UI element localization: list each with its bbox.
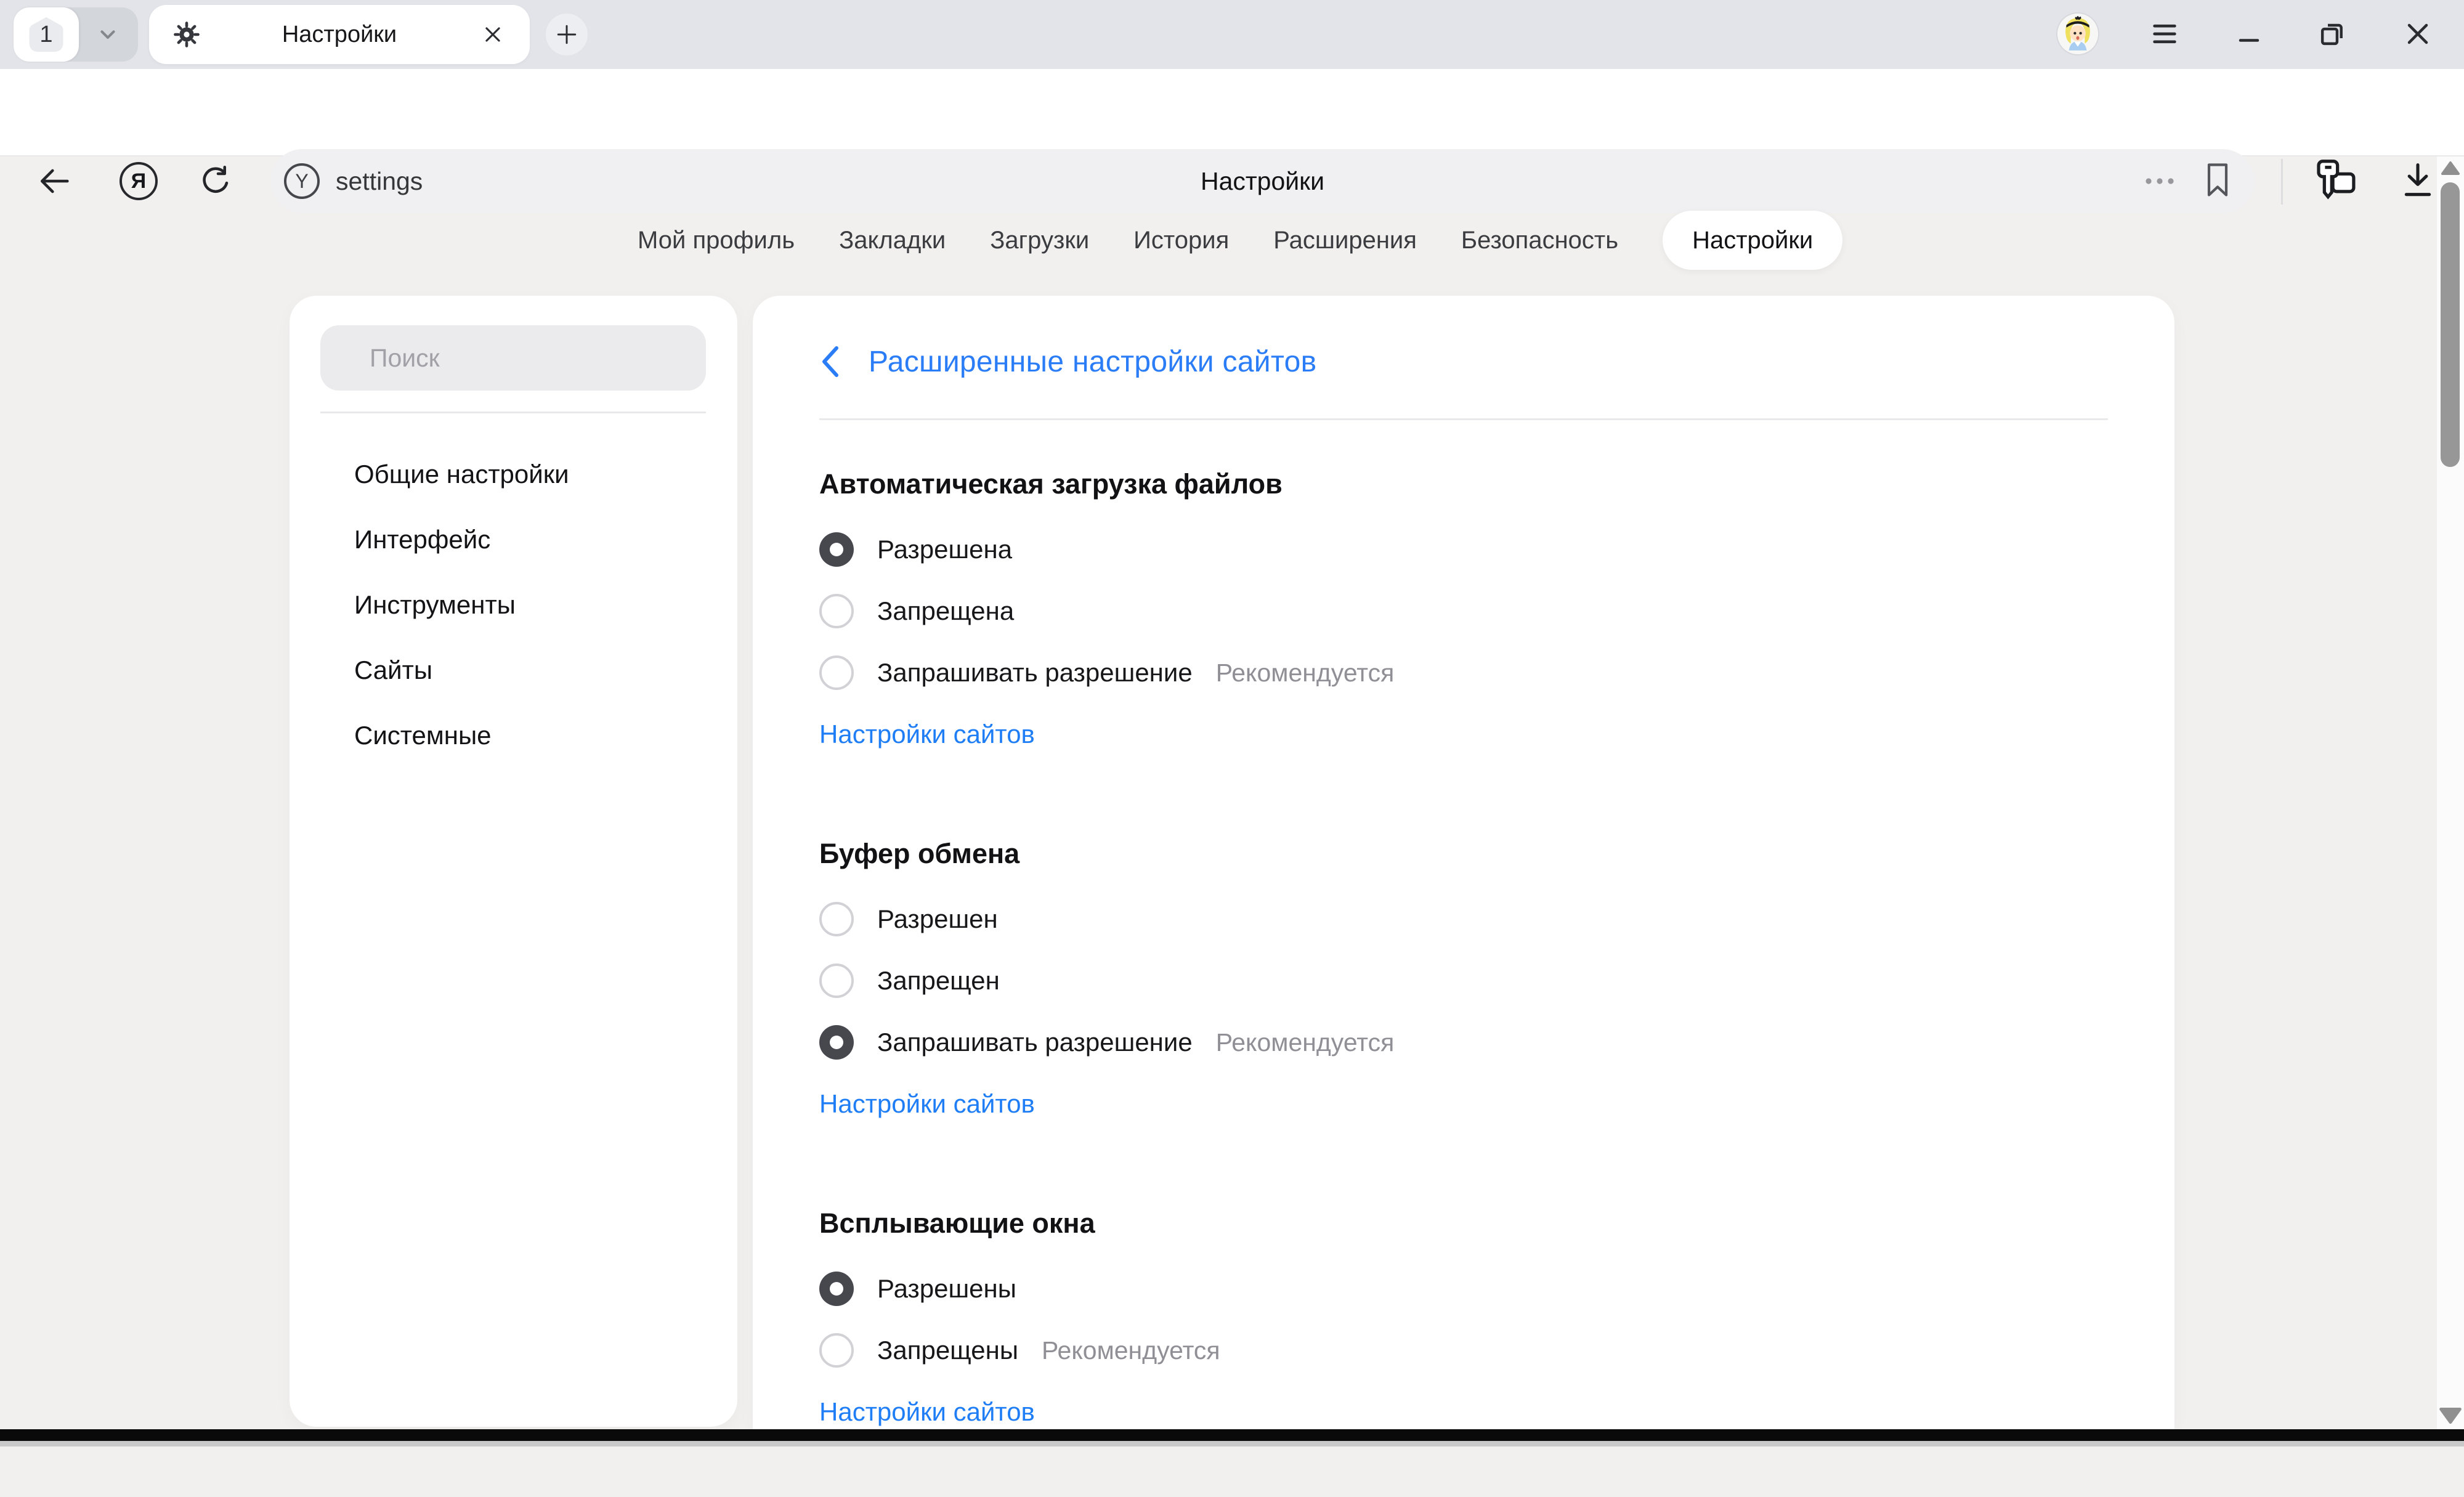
minimize-icon[interactable] [2232, 17, 2266, 51]
radio-icon[interactable] [819, 902, 854, 936]
radio-label: Запрашивать разрешение [877, 1028, 1193, 1057]
plus-icon [553, 21, 580, 48]
address-bar[interactable] [270, 149, 2255, 213]
menu-icon[interactable] [2147, 17, 2182, 51]
site-settings-link[interactable]: Настройки сайтов [819, 1073, 2150, 1135]
radio-option-2-3[interactable]: Запрашивать разрешение Рекомендуется [819, 1012, 2150, 1073]
radio-label: Разрешена [877, 535, 1012, 564]
section-title: Всплывающие окна [819, 1189, 2150, 1258]
radio-label: Запрещены [877, 1336, 1018, 1365]
tab-title: Настройки [149, 5, 530, 64]
sidebar-item-3[interactable]: Инструменты [354, 572, 713, 638]
bottom-edge-strip [0, 1441, 2464, 1446]
settings-section-3: Всплывающие окна Разрешены Запрещены Рекоме… [819, 1189, 2150, 1443]
radio-label: Запрещена [877, 596, 1014, 626]
sections: Автоматическая загрузка файлов Разрешена З… [819, 450, 2150, 1497]
section-title: Автоматическая загрузка файлов [819, 450, 2150, 519]
scrollbar-thumb[interactable] [2441, 182, 2460, 467]
sidebar-items: Общие настройкиИнтерфейсИнструментыСайты… [354, 442, 713, 768]
radio-label: Разрешены [877, 1274, 1016, 1304]
settings-sidebar: Общие настройкиИнтерфейсИнструментыСайты… [290, 296, 737, 1427]
page-title: Расширенные настройки сайтов [869, 345, 1316, 379]
browser-tab-strip: 1 Настройки [0, 0, 2464, 69]
radio-label: Запрещен [877, 966, 1000, 996]
nav-tab-7[interactable]: Настройки [1663, 211, 1842, 270]
sidebar-item-5[interactable]: Системные [354, 703, 713, 768]
sidebar-item-4[interactable]: Сайты [354, 638, 713, 703]
settings-content-card: Расширенные настройки сайтов Автоматичес… [753, 296, 2174, 1429]
radio-option-3-1[interactable]: Разрешены [819, 1258, 2150, 1320]
yandex-logo-icon[interactable]: Я [120, 162, 158, 200]
nav-tab-3[interactable]: Загрузки [990, 227, 1089, 254]
radio-option-1-3[interactable]: Запрашивать разрешение Рекомендуется [819, 642, 2150, 704]
nav-tab-2[interactable]: Закладки [839, 227, 946, 254]
refresh-icon[interactable] [197, 163, 234, 200]
radio-option-1-2[interactable]: Запрещена [819, 580, 2150, 642]
settings-nav: Мой профиль Закладки Загрузки История Расшир… [638, 211, 1842, 270]
new-tab-button[interactable] [546, 14, 588, 55]
settings-url-icon: Y [284, 163, 320, 199]
avatar-image [2057, 14, 2098, 54]
radio-selected-icon[interactable] [819, 1272, 854, 1306]
bottom-edge-bar [0, 1429, 2464, 1441]
radio-icon[interactable] [819, 1333, 854, 1368]
gear-icon [171, 19, 202, 50]
radio-option-2-2[interactable]: Запрещен [819, 950, 2150, 1012]
address-toolbar: Я Y settings Настройки [0, 69, 2464, 156]
radio-label: Запрашивать разрешение [877, 658, 1193, 688]
radio-option-2-1[interactable]: Разрешен [819, 888, 2150, 950]
nav-tab-6[interactable]: Безопасность [1461, 227, 1618, 254]
section-title: Буфер обмена [819, 819, 2150, 888]
nav-tab-1[interactable]: Мой профиль [638, 227, 795, 254]
radio-icon[interactable] [819, 655, 854, 690]
toolbar-divider [2281, 159, 2283, 205]
header-divider [819, 418, 2108, 420]
profile-avatar[interactable] [2057, 14, 2098, 54]
tab-group-button[interactable]: 1 [14, 7, 79, 62]
yandex-browser-window: { "window": { "tab_group_count": "1", "t… [0, 0, 2464, 1446]
browser-tab[interactable]: Настройки [149, 5, 530, 64]
recommended-badge: Рекомендуется [1216, 659, 1395, 688]
close-window-icon[interactable] [2401, 17, 2435, 51]
radio-option-1-1[interactable]: Разрешена [819, 519, 2150, 580]
more-actions-icon[interactable] [2142, 165, 2177, 197]
yandex-letter: Я [131, 169, 146, 193]
nav-tab-4[interactable]: История [1133, 227, 1229, 254]
tab-group-selector[interactable]: 1 [14, 7, 138, 62]
sidebar-divider [320, 412, 706, 413]
nav-tab-5[interactable]: Расширения [1273, 227, 1417, 254]
restore-window-icon[interactable] [2315, 17, 2349, 51]
sidebar-item-1[interactable]: Общие настройки [354, 442, 713, 507]
radio-label: Разрешен [877, 904, 998, 934]
radio-option-3-2[interactable]: Запрещены Рекомендуется [819, 1320, 2150, 1381]
settings-section-2: Буфер обмена Разрешен Запрещен Запрашивать … [819, 819, 2150, 1135]
radio-icon[interactable] [819, 964, 854, 998]
site-settings-link[interactable]: Настройки сайтов [819, 704, 2150, 765]
chevron-down-icon[interactable] [94, 23, 122, 47]
url-text[interactable]: settings [336, 149, 423, 213]
search-input[interactable] [320, 325, 706, 391]
back-icon[interactable] [34, 161, 74, 201]
radio-selected-icon[interactable] [819, 1025, 854, 1060]
passwords-cards-icon[interactable] [2311, 156, 2359, 206]
sidebar-item-2[interactable]: Интерфейс [354, 507, 713, 572]
downloads-icon[interactable] [2398, 159, 2438, 202]
back-to-sites-header[interactable]: Расширенные настройки сайтов [819, 334, 1316, 389]
radio-icon[interactable] [819, 594, 854, 628]
back-chevron-icon[interactable] [819, 344, 841, 379]
y-letter: Y [295, 170, 308, 193]
tab-close-icon[interactable] [479, 21, 506, 48]
settings-section-1: Автоматическая загрузка файлов Разрешена З… [819, 450, 2150, 765]
scrollbar-up-icon[interactable] [2441, 160, 2460, 176]
tab-group-count: 1 [26, 15, 66, 54]
recommended-badge: Рекомендуется [1216, 1028, 1395, 1057]
scrollbar-down-icon[interactable] [2439, 1406, 2462, 1426]
recommended-badge: Рекомендуется [1042, 1336, 1220, 1365]
radio-selected-icon[interactable] [819, 532, 854, 567]
bookmark-icon[interactable] [2200, 159, 2235, 201]
